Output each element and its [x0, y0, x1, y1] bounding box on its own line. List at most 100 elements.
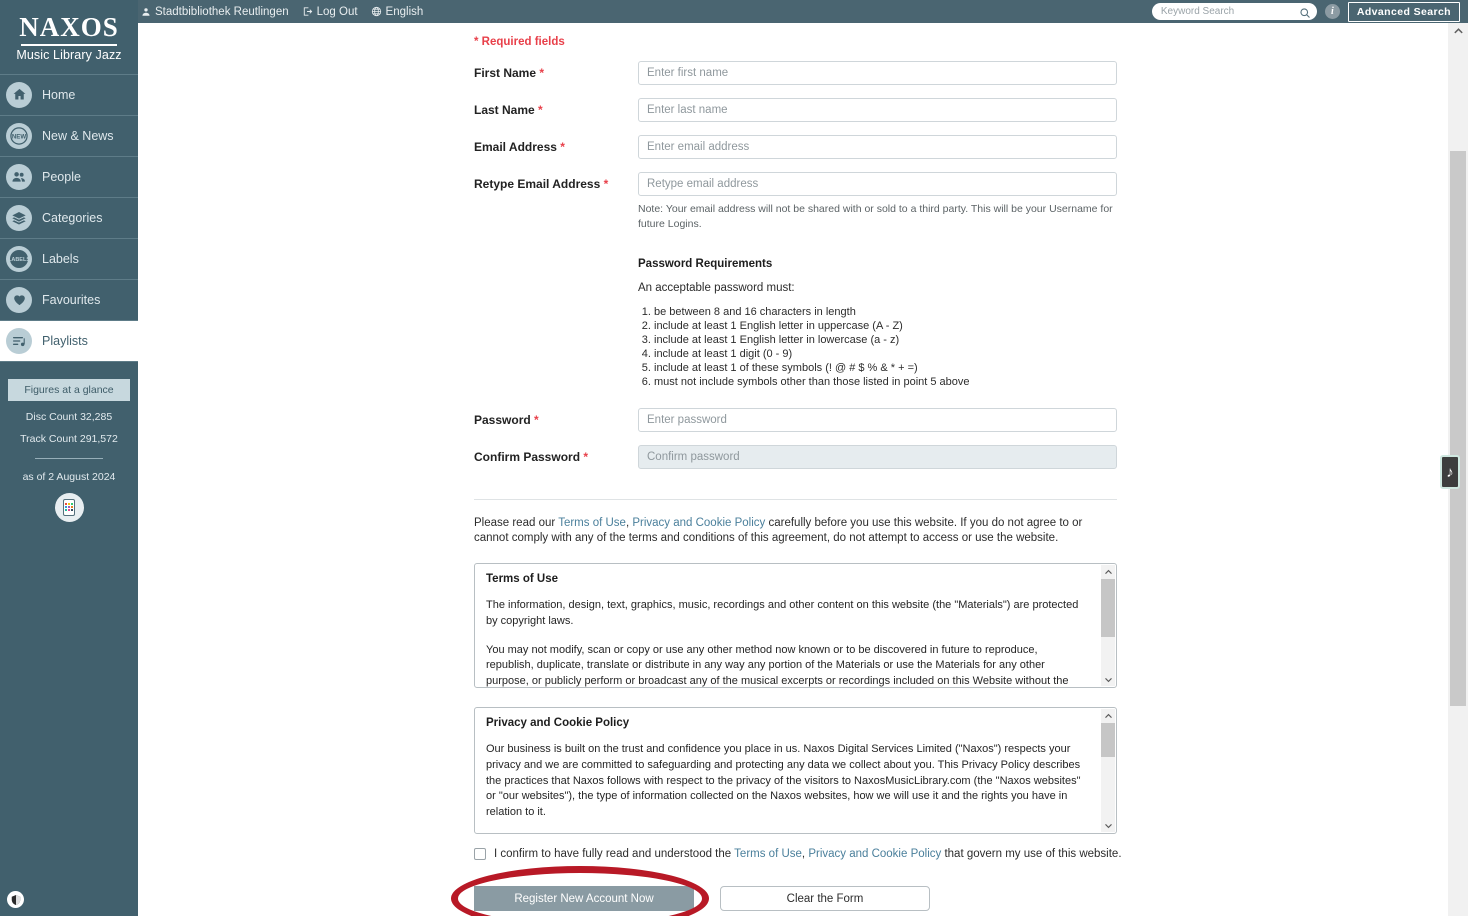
scroll-up-icon[interactable] — [1104, 565, 1113, 579]
sidebar-item-new-news[interactable]: NEW New & News — [0, 116, 138, 157]
sidebar-nav: Home NEW New & News People Categories LA… — [0, 73, 138, 362]
confirm-suffix: that govern my use of this website. — [941, 848, 1122, 861]
figures-asof: as of 2 August 2024 — [22, 470, 116, 483]
password-rule: include at least 1 English letter in low… — [654, 334, 1117, 348]
form-row-last-name: Last Name * — [474, 98, 1448, 122]
password-input[interactable] — [638, 408, 1117, 433]
privacy-paragraph-2: We respect your privacy and we are dedic… — [486, 833, 1081, 834]
language-selector[interactable]: English — [371, 5, 424, 18]
email-input[interactable] — [638, 135, 1117, 159]
scroll-down-icon[interactable] — [1104, 672, 1113, 686]
svg-text:NEW: NEW — [12, 133, 27, 140]
playlist-icon — [6, 327, 32, 354]
form-row-first-name: First Name * — [474, 61, 1448, 85]
scroll-down-icon[interactable] — [1104, 818, 1113, 832]
mobile-app-icon[interactable] — [54, 492, 84, 522]
required-fields-note: * Required fields — [474, 36, 565, 48]
logo-wordmark: NAXOS — [19, 12, 119, 42]
labels-icon: LABELS — [6, 245, 32, 272]
terms-scroll-thumb[interactable] — [1101, 579, 1115, 638]
confirm-privacy-link[interactable]: Privacy and Cookie Policy — [808, 848, 941, 860]
search-icon[interactable] — [1299, 6, 1311, 18]
sidebar-item-label: Playlists — [42, 333, 88, 348]
scroll-up-icon[interactable] — [1104, 709, 1113, 723]
naxos-logo[interactable]: NAXOS Music Library Jazz — [0, 0, 138, 74]
sidebar-item-playlists[interactable]: Playlists — [0, 320, 138, 362]
password-rule: include at least 1 digit (0 - 9) — [654, 348, 1117, 362]
sidebar-item-people[interactable]: People — [0, 157, 138, 198]
sidebar-item-label: Labels — [42, 251, 79, 266]
people-icon — [6, 163, 32, 190]
info-icon[interactable]: i — [1324, 4, 1340, 19]
keyword-search-box[interactable] — [1151, 3, 1317, 20]
confirm-password-input[interactable] — [638, 445, 1117, 470]
svg-text:LABELS: LABELS — [8, 257, 30, 263]
logo-subtitle: Music Library Jazz — [16, 48, 122, 62]
required-star: * — [583, 450, 589, 465]
topbar-search-area: i Advanced Search — [1151, 0, 1460, 23]
privacy-policy-content: Privacy and Cookie Policy Our business i… — [475, 708, 1093, 834]
last-name-label: Last Name * — [474, 103, 543, 117]
privacy-scroll-thumb[interactable] — [1101, 723, 1115, 758]
last-name-input[interactable] — [638, 98, 1117, 122]
please-read-prefix: Please read our — [474, 517, 559, 530]
password-rule: must not include symbols other than thos… — [654, 376, 1117, 390]
first-name-input[interactable] — [638, 61, 1117, 85]
confirm-prefix: I confirm to have fully read and underst… — [494, 848, 735, 861]
account-name[interactable]: Stadtbibliothek Reutlingen — [140, 6, 289, 18]
page-scroll-up-icon[interactable] — [1448, 23, 1468, 40]
terms-of-use-title: Terms of Use — [486, 573, 559, 586]
confirm-text: I confirm to have fully read and underst… — [494, 848, 1122, 860]
form-row-password: Password * — [474, 408, 1448, 433]
privacy-scrollbar[interactable] — [1101, 709, 1115, 833]
required-star: * — [560, 140, 565, 154]
terms-p2-normal: You may not modify, scan or copy or use … — [486, 643, 1069, 687]
required-star: * — [534, 413, 539, 428]
first-name-label: First Name * — [474, 66, 545, 80]
password-label: Password * — [474, 413, 539, 428]
privacy-policy-link[interactable]: Privacy and Cookie Policy — [632, 517, 765, 529]
page-scroll-thumb[interactable] — [1450, 151, 1466, 706]
terms-of-use-box[interactable]: Terms of Use The information, design, te… — [474, 563, 1117, 689]
main-content: * Required fields First Name * Last Name… — [138, 23, 1448, 916]
sidebar-item-label: New & News — [42, 128, 114, 143]
search-input[interactable] — [1151, 3, 1317, 20]
sidebar-item-favourites[interactable]: Favourites — [0, 280, 138, 321]
user-icon — [140, 6, 151, 17]
figures-divider — [35, 457, 103, 459]
new-icon: NEW — [6, 122, 32, 149]
sidebar-item-home[interactable]: Home — [0, 75, 138, 116]
terms-scrollbar[interactable] — [1101, 565, 1115, 687]
sidebar-item-labels[interactable]: LABELS Labels — [0, 239, 138, 280]
terms-of-use-link[interactable]: Terms of Use — [558, 517, 626, 529]
retype-email-input[interactable] — [638, 172, 1117, 196]
logout-button[interactable]: Log Out — [302, 6, 358, 18]
required-star: * — [538, 103, 543, 117]
language-label: English — [385, 5, 424, 18]
home-icon — [6, 81, 32, 108]
password-requirements: Password Requirements An acceptable pass… — [638, 258, 1117, 390]
disc-count: Disc Count 32,285 — [25, 410, 113, 423]
please-read-text: Please read our Terms of Use, Privacy an… — [474, 516, 1106, 545]
advanced-search-button[interactable]: Advanced Search — [1347, 1, 1460, 22]
clear-form-button[interactable]: Clear the Form — [720, 886, 930, 912]
music-player-toggle-icon[interactable]: ♪ — [1440, 455, 1460, 489]
password-rule: include at least 1 English letter in upp… — [654, 320, 1117, 334]
privacy-options-icon[interactable] — [7, 891, 24, 908]
confirm-terms-link[interactable]: Terms of Use — [734, 848, 802, 860]
confirm-checkbox[interactable] — [474, 848, 486, 861]
sidebar: NAXOS Music Library Jazz Home NEW New & … — [0, 0, 138, 916]
required-star: * — [539, 66, 545, 80]
page-root: NAXOS Music Library Jazz Home NEW New & … — [0, 0, 1468, 916]
section-divider — [474, 499, 1117, 501]
form-row-confirm-password: Confirm Password * — [474, 445, 1448, 470]
terms-paragraph-2: You may not modify, scan or copy or use … — [486, 643, 1081, 688]
privacy-policy-box[interactable]: Privacy and Cookie Policy Our business i… — [474, 707, 1117, 835]
sidebar-item-label: Favourites — [42, 292, 101, 307]
form-buttons: Register New Account Now Clear the Form — [451, 866, 1012, 916]
logo-divider — [21, 44, 117, 46]
register-new-account-button[interactable]: Register New Account Now — [474, 886, 694, 912]
sidebar-item-label: Home — [42, 87, 76, 102]
sidebar-item-categories[interactable]: Categories — [0, 198, 138, 239]
account-name-label: Stadtbibliothek Reutlingen — [155, 5, 289, 18]
